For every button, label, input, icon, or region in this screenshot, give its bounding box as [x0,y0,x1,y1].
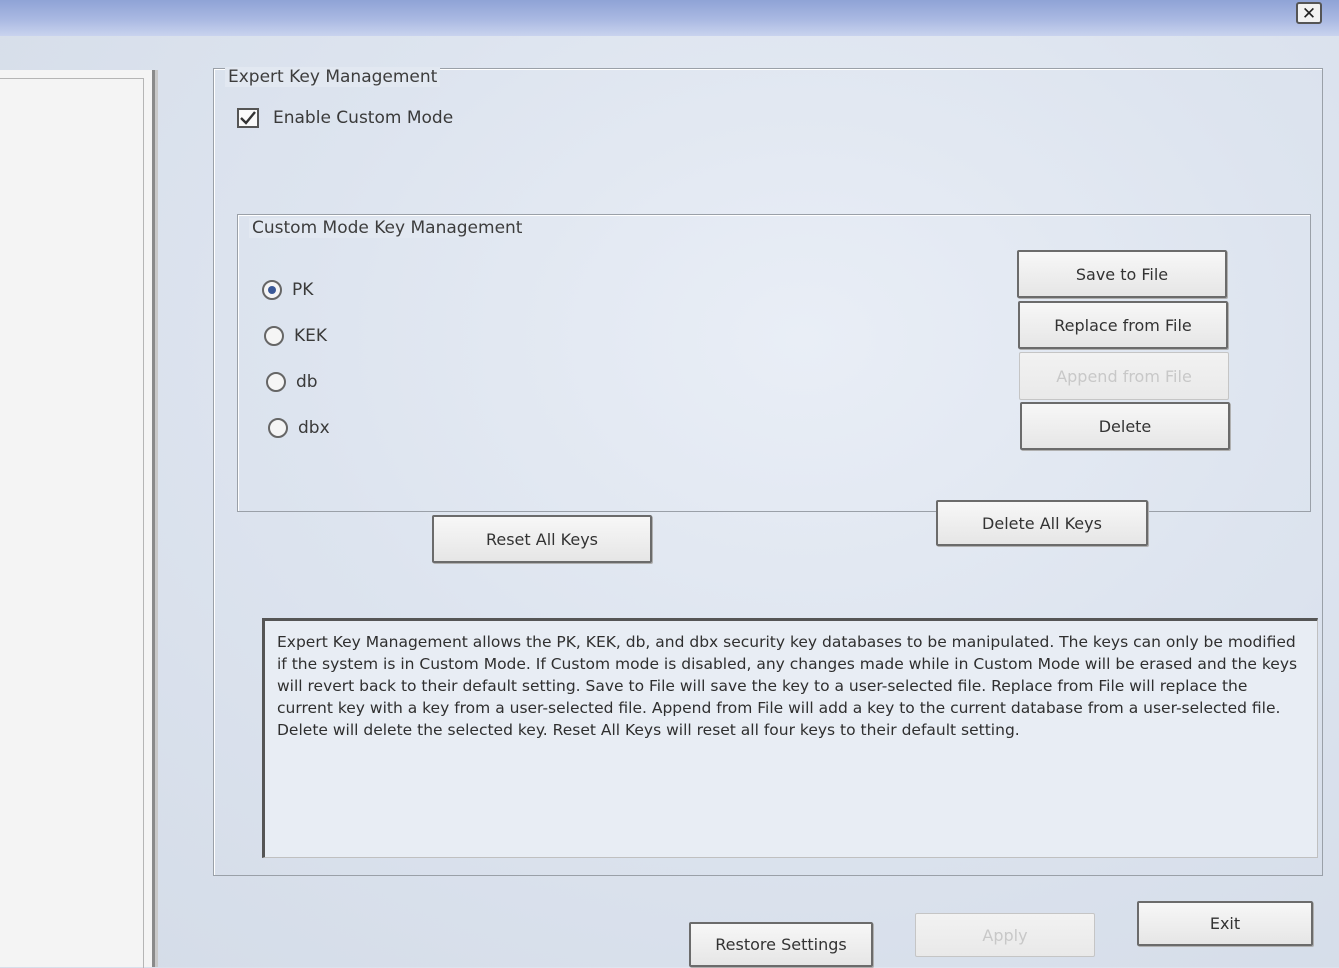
delete-button[interactable]: Delete [1020,402,1230,450]
radio-db[interactable]: db [266,372,318,392]
restore-settings-button[interactable]: Restore Settings [689,922,873,967]
radio-kek[interactable]: KEK [264,326,327,346]
save-to-file-button[interactable]: Save to File [1017,250,1227,298]
custom-mode-key-management-legend: Custom Mode Key Management [249,218,526,238]
enable-custom-mode-row[interactable]: Enable Custom Mode [237,108,453,128]
description-text: Expert Key Management allows the PK, KEK… [262,618,1318,858]
radio-pk-label: PK [292,280,314,300]
close-button[interactable]: ✕ [1296,2,1322,24]
radio-dbx-label: dbx [298,418,330,438]
radio-db-label: db [296,372,318,392]
radio-pk-button[interactable] [262,280,282,300]
delete-all-keys-button[interactable]: Delete All Keys [936,500,1148,546]
settings-tree-panel[interactable] [0,70,155,968]
radio-dbx[interactable]: dbx [268,418,330,438]
title-bar [0,0,1339,36]
reset-all-keys-button[interactable]: Reset All Keys [432,515,652,563]
radio-kek-label: KEK [294,326,328,346]
radio-pk[interactable]: PK [262,280,313,300]
expert-key-management-legend: Expert Key Management [225,67,441,87]
exit-button[interactable]: Exit [1137,901,1313,946]
checkmark-icon [240,111,256,125]
enable-custom-mode-label: Enable Custom Mode [273,108,454,128]
radio-dbx-button[interactable] [268,418,288,438]
append-from-file-button[interactable]: Append from File [1019,352,1229,400]
enable-custom-mode-checkbox[interactable] [237,108,259,128]
replace-from-file-button[interactable]: Replace from File [1018,301,1228,349]
radio-db-button[interactable] [266,372,286,392]
close-icon: ✕ [1301,4,1317,24]
radio-kek-button[interactable] [264,326,284,346]
apply-button[interactable]: Apply [915,913,1095,957]
settings-tree-inner [0,78,144,968]
